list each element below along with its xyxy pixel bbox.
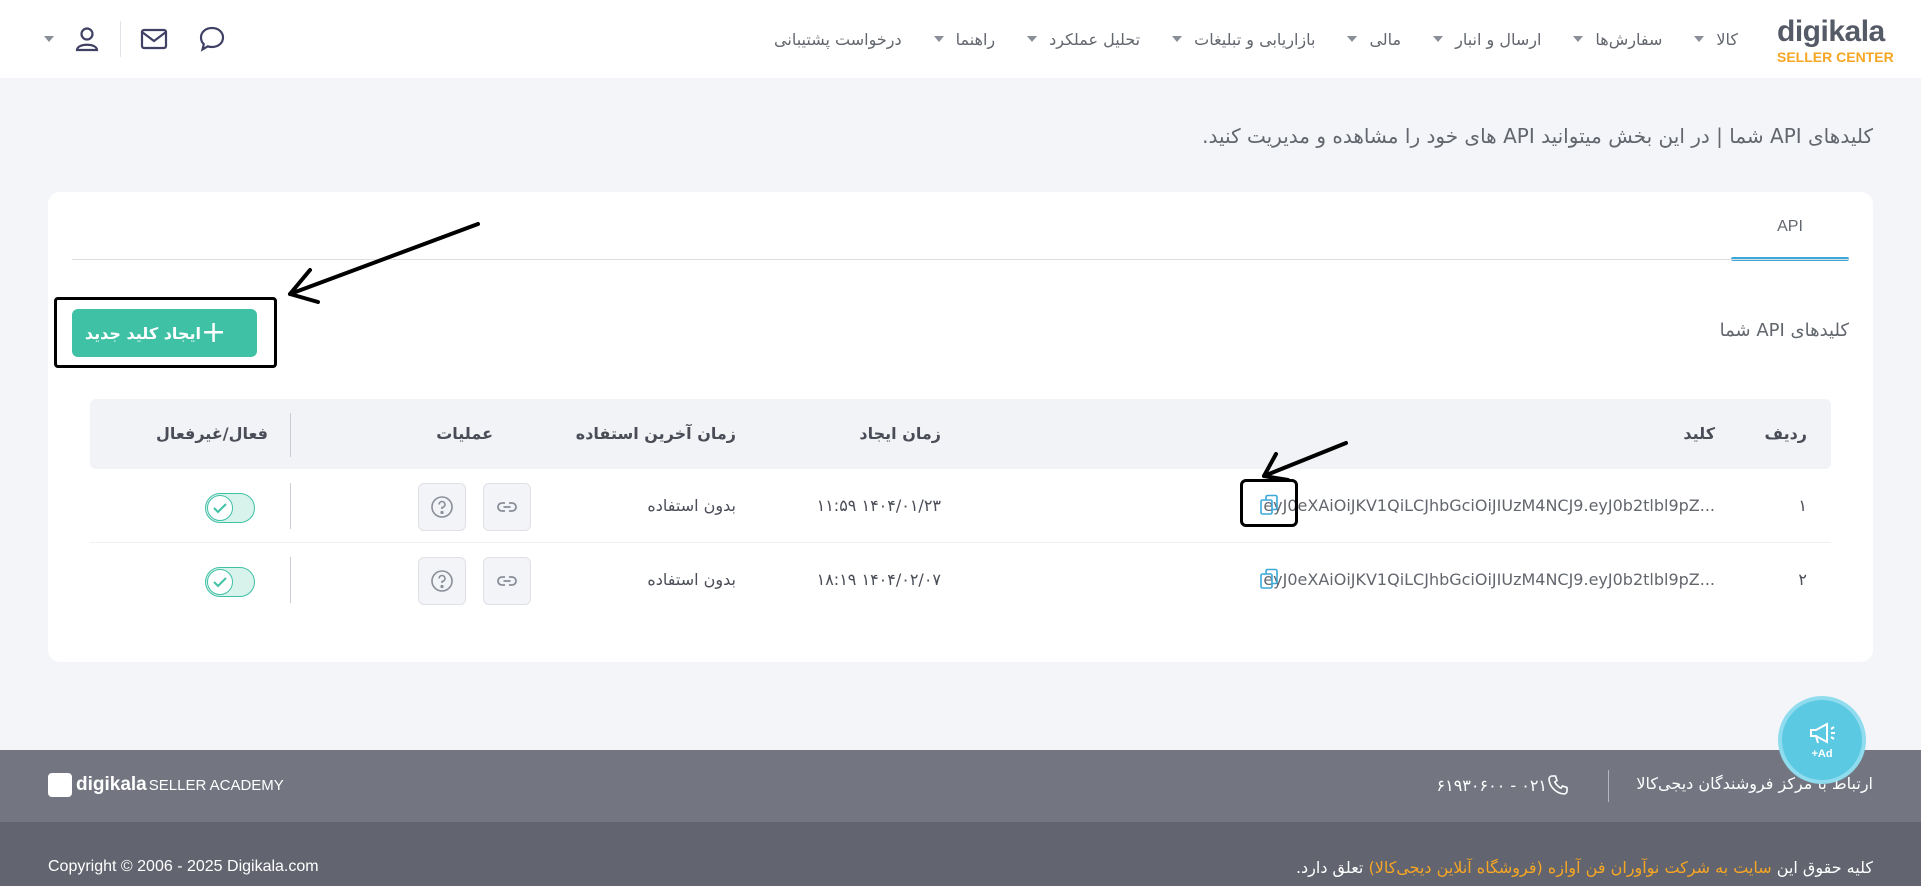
api-key-value: eyJ0eXAiOiJKV1QiLCJhbGciOiJIUzM4NCJ9.eyJ… bbox=[1263, 570, 1715, 589]
page-title: کلیدهای API شما | در این بخش میتوانید AP… bbox=[1202, 124, 1873, 148]
link-button[interactable] bbox=[483, 483, 531, 531]
tab-divider bbox=[72, 259, 1849, 260]
footer-phone[interactable]: ۰۲۱ - ۶۱۹۳۰۶۰۰ bbox=[1437, 774, 1581, 796]
academy-logo-icon bbox=[48, 773, 72, 797]
created-time: ۱۴۰۴/۰۲/۰۷ ۱۸:۱۹ bbox=[816, 570, 941, 589]
active-toggle[interactable] bbox=[205, 567, 255, 597]
row-index: ۱ bbox=[1798, 496, 1807, 515]
main-nav: کالا سفارش‌ها ارسال و انبار مالی بازاریا… bbox=[742, 0, 1738, 78]
th-last-used: زمان آخرین استفاده bbox=[575, 424, 736, 443]
digikala-seller-logo[interactable]: digikala SELLER CENTER bbox=[1777, 15, 1897, 66]
last-used-time: بدون استفاده bbox=[647, 570, 736, 589]
chevron-down-icon bbox=[1433, 36, 1444, 42]
table-row: ۲ eyJ0eXAiOiJKV1QiLCJhbGciOiJIUzM4NCJ9.e… bbox=[90, 543, 1831, 617]
nav-item-help[interactable]: راهنما bbox=[933, 29, 996, 49]
help-button[interactable] bbox=[418, 483, 466, 531]
chevron-down-icon bbox=[1347, 36, 1358, 42]
copy-icon[interactable] bbox=[1256, 491, 1282, 519]
copyright-text: Copyright © 2006 - 2025 Digikala.com bbox=[48, 858, 319, 875]
chat-icon[interactable] bbox=[191, 18, 233, 60]
fab-label: +Ad bbox=[1811, 748, 1833, 760]
chevron-down-icon bbox=[1694, 36, 1705, 42]
chevron-down-icon bbox=[1573, 36, 1584, 42]
ad-fab-button[interactable]: +Ad bbox=[1778, 696, 1866, 784]
footer-rights: کلیه حقوق این سایت به شرکت نوآوران فن آو… bbox=[1296, 858, 1873, 877]
nav-item-orders[interactable]: سفارش‌ها bbox=[1573, 30, 1662, 49]
chevron-down-icon bbox=[1027, 36, 1038, 42]
tab-api[interactable]: API bbox=[1731, 218, 1849, 236]
nav-item-analytics[interactable]: تحلیل عملکرد bbox=[1027, 30, 1140, 49]
last-used-time: بدون استفاده bbox=[647, 496, 736, 515]
plus-icon: + bbox=[200, 315, 227, 350]
footer-phone-number: ۰۲۱ - ۶۱۹۳۰۶۰۰ bbox=[1436, 775, 1547, 795]
mail-icon[interactable] bbox=[133, 18, 175, 60]
nav-item-marketing[interactable]: بازاریابی و تبلیغات bbox=[1172, 30, 1315, 49]
help-button[interactable] bbox=[418, 557, 466, 605]
chevron-down-icon bbox=[933, 36, 944, 42]
created-time: ۱۴۰۴/۰۱/۲۳ ۱۱:۵۹ bbox=[816, 496, 941, 515]
table-header: ردیف کلید زمان ایجاد زمان آخرین استفاده … bbox=[90, 399, 1831, 469]
column-divider bbox=[290, 413, 291, 457]
chevron-down-icon[interactable] bbox=[44, 36, 54, 42]
user-icon[interactable] bbox=[66, 18, 108, 60]
copy-icon[interactable] bbox=[1256, 565, 1282, 593]
logo-sub-text: SELLER CENTER bbox=[1777, 49, 1894, 65]
nav-item-label: درخواست پشتیبانی bbox=[774, 29, 902, 49]
th-operations: عملیات bbox=[436, 424, 493, 443]
footer-copyright-bar: کلیه حقوق این سایت به شرکت نوآوران فن آو… bbox=[0, 822, 1921, 886]
rights-link[interactable]: سایت به شرکت نوآوران فن آوازه (فروشگاه آ… bbox=[1368, 858, 1771, 877]
nav-item-products[interactable]: کالا bbox=[1694, 30, 1738, 49]
rights-prefix: کلیه حقوق این bbox=[1776, 858, 1873, 877]
header-divider bbox=[120, 21, 121, 57]
nav-item-finance[interactable]: مالی bbox=[1347, 30, 1401, 49]
nav-item-label: تحلیل عملکرد bbox=[1049, 29, 1141, 49]
nav-item-shipping[interactable]: ارسال و انبار bbox=[1433, 30, 1541, 49]
header-icons bbox=[44, 18, 233, 60]
api-keys-card: API کلیدهای API شما + ایجاد کلید جدید رد… bbox=[48, 192, 1873, 662]
footer-divider bbox=[1608, 770, 1609, 802]
nav-item-label: مالی bbox=[1369, 29, 1402, 49]
th-created: زمان ایجاد bbox=[859, 424, 941, 443]
academy-brand: digikala bbox=[76, 774, 147, 795]
footer-contact-bar: ارتباط با مرکز فروشندگان دیجی‌کالا ۰۲۱ -… bbox=[0, 750, 1921, 822]
column-divider bbox=[290, 483, 291, 529]
rights-suffix: تعلق دارد. bbox=[1295, 858, 1364, 877]
create-key-button[interactable]: + ایجاد کلید جدید bbox=[72, 309, 257, 357]
chevron-down-icon bbox=[1172, 36, 1183, 42]
th-key: کلید bbox=[1683, 424, 1715, 443]
column-divider bbox=[290, 557, 291, 603]
nav-item-support[interactable]: درخواست پشتیبانی bbox=[774, 30, 902, 49]
nav-item-label: راهنما bbox=[955, 29, 996, 49]
link-button[interactable] bbox=[483, 557, 531, 605]
academy-sub: SELLER ACADEMY bbox=[148, 776, 284, 794]
nav-item-label: بازاریابی و تبلیغات bbox=[1194, 29, 1316, 49]
nav-item-label: ارسال و انبار bbox=[1455, 29, 1542, 49]
seller-academy-logo[interactable]: digikala SELLER ACADEMY bbox=[48, 773, 284, 797]
top-header: digikala SELLER CENTER کالا سفارش‌ها ارس… bbox=[0, 0, 1921, 78]
active-toggle[interactable] bbox=[205, 493, 255, 523]
nav-item-label: کالا bbox=[1716, 29, 1738, 49]
check-icon bbox=[207, 495, 233, 521]
check-icon bbox=[207, 569, 233, 595]
megaphone-icon bbox=[1810, 722, 1835, 744]
phone-icon bbox=[1547, 774, 1569, 796]
api-key-value: eyJ0eXAiOiJKV1QiLCJhbGciOiJIUzM4NCJ9.eyJ… bbox=[1263, 496, 1715, 515]
logo-main-text: digikala bbox=[1777, 15, 1885, 48]
table-row: ۱ eyJ0eXAiOiJKV1QiLCJhbGciOiJIUzM4NCJ9.e… bbox=[90, 469, 1831, 543]
nav-item-label: سفارش‌ها bbox=[1595, 29, 1663, 49]
row-index: ۲ bbox=[1798, 570, 1807, 589]
th-index: ردیف bbox=[1764, 424, 1807, 443]
create-key-label: ایجاد کلید جدید bbox=[84, 323, 201, 343]
th-status: فعال/غیرفعال bbox=[155, 424, 268, 443]
section-title: کلیدهای API شما bbox=[1719, 320, 1849, 341]
